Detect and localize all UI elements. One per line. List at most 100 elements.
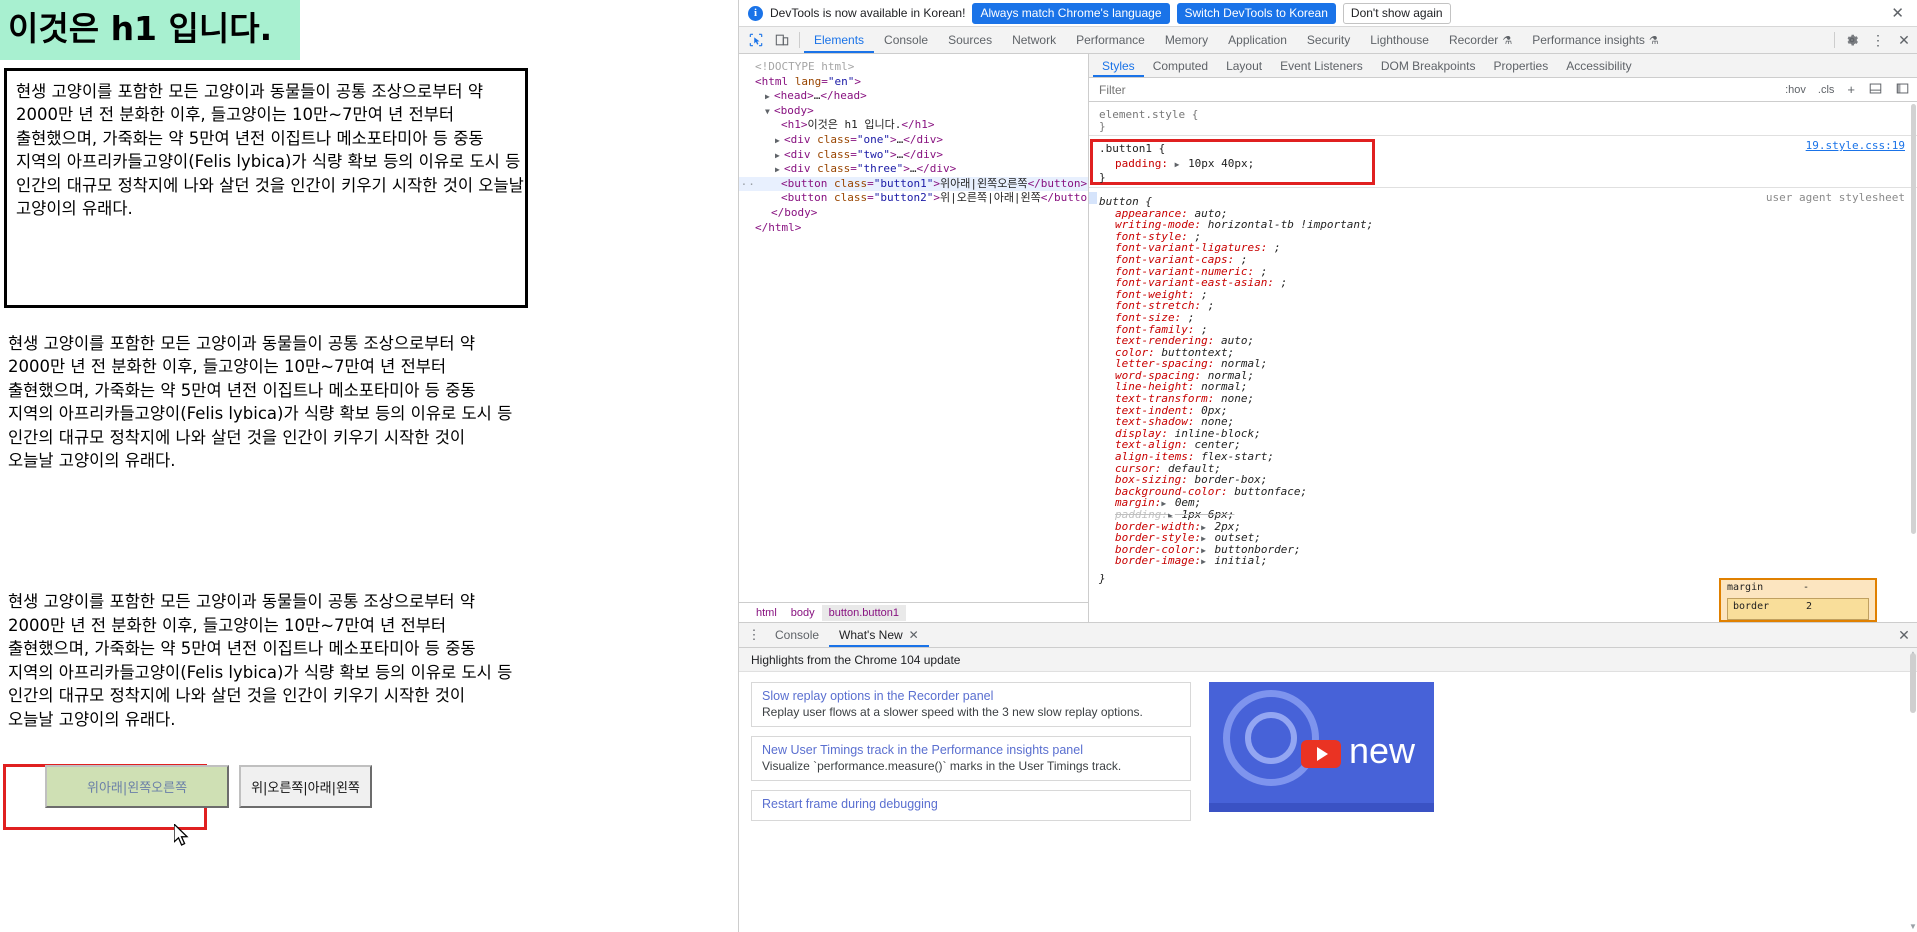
chevron-right-icon[interactable]: ▶ bbox=[1201, 523, 1208, 532]
button-row: 위아래|왼쪽오른쪽 위|오른쪽|아래|왼쪽 bbox=[4, 765, 372, 808]
tab-layout[interactable]: Layout bbox=[1217, 54, 1271, 77]
scrollbar-thumb[interactable] bbox=[1910, 653, 1916, 713]
dom-line-div-three[interactable]: <div class="three">…</div> bbox=[747, 162, 1088, 177]
chevron-right-icon[interactable]: ▶ bbox=[1175, 160, 1182, 169]
chevron-right-icon[interactable] bbox=[775, 163, 784, 178]
tab-computed[interactable]: Computed bbox=[1144, 54, 1217, 77]
close-icon[interactable]: ✕ bbox=[1891, 27, 1917, 53]
close-icon[interactable]: ✕ bbox=[1886, 6, 1909, 21]
drawer-close-icon[interactable]: ✕ bbox=[1891, 623, 1917, 647]
whats-new-item-desc: Visualize `performance.measure()` marks … bbox=[762, 759, 1122, 773]
tab-network[interactable]: Network bbox=[1002, 27, 1066, 53]
box-model-margin-value[interactable]: - bbox=[1803, 582, 1809, 594]
tab-application[interactable]: Application bbox=[1218, 27, 1297, 53]
dom-line-body-close[interactable]: </body> bbox=[747, 206, 1088, 221]
tab-label: Sources bbox=[948, 33, 993, 47]
whats-new-item[interactable]: Slow replay options in the Recorder pane… bbox=[751, 682, 1191, 727]
css-prop-padding[interactable]: padding: bbox=[1099, 157, 1168, 170]
dont-show-again-button[interactable]: Don't show again bbox=[1342, 2, 1451, 24]
youtube-play-icon[interactable] bbox=[1301, 740, 1341, 768]
chevron-right-icon[interactable] bbox=[775, 134, 784, 149]
dom-line-h1[interactable]: <h1>이것은 h1 입니다.</h1> bbox=[747, 118, 1088, 133]
whats-new-video-thumbnail[interactable]: new bbox=[1209, 682, 1434, 812]
dom-line-html-close[interactable]: </html> bbox=[747, 221, 1088, 236]
tab-properties[interactable]: Properties bbox=[1485, 54, 1558, 77]
tab-sources[interactable]: Sources bbox=[938, 27, 1002, 53]
dom-line-div-two[interactable]: <div class="two">…</div> bbox=[747, 148, 1088, 163]
dom-line-button1-selected[interactable]: ···<button class="button1">위아래|왼쪽오른쪽</bu… bbox=[739, 176, 1088, 193]
tab-label: Performance insights bbox=[1532, 33, 1645, 47]
chevron-right-icon[interactable]: ▶ bbox=[1168, 511, 1175, 520]
dom-line-div-one[interactable]: <div class="one">…</div> bbox=[747, 133, 1088, 148]
notification-message: DevTools is now available in Korean! bbox=[770, 6, 966, 20]
rule-selector[interactable]: .button1 { bbox=[1099, 142, 1165, 155]
kebab-icon[interactable]: ⋮ bbox=[1865, 27, 1891, 53]
button2[interactable]: 위|오른쪽|아래|왼쪽 bbox=[239, 765, 372, 808]
rule-selector[interactable]: element.style { bbox=[1099, 108, 1198, 121]
dom-line-html[interactable]: <html lang="en"> bbox=[747, 75, 1088, 90]
scrollbar-thumb[interactable] bbox=[1911, 104, 1916, 534]
stylesheet-origin-link[interactable]: 19.style.css:19 bbox=[1806, 140, 1905, 152]
box-model-border-value[interactable]: 2 bbox=[1806, 601, 1812, 613]
devtools-drawer: ⋮ Console What's New ✕ ✕ Highlights from… bbox=[739, 622, 1917, 932]
tab-memory[interactable]: Memory bbox=[1155, 27, 1218, 53]
tab-performance[interactable]: Performance bbox=[1066, 27, 1155, 53]
tab-elements[interactable]: Elements bbox=[804, 27, 874, 53]
gear-icon[interactable] bbox=[1839, 27, 1865, 53]
close-icon[interactable]: ✕ bbox=[909, 628, 919, 642]
chevron-down-icon[interactable]: ▼ bbox=[1909, 922, 1917, 932]
dom-line-head[interactable]: <head>…</head> bbox=[747, 89, 1088, 104]
tab-dom-breakpoints[interactable]: DOM Breakpoints bbox=[1372, 54, 1485, 77]
whats-new-item-title[interactable]: Slow replay options in the Recorder pane… bbox=[762, 689, 1180, 703]
css-value-background-color: buttonface; bbox=[1234, 484, 1308, 498]
whats-new-item[interactable]: New User Timings track in the Performanc… bbox=[751, 736, 1191, 781]
hover-state-toggle[interactable]: :hov bbox=[1782, 84, 1809, 96]
chevron-right-icon[interactable] bbox=[775, 149, 784, 164]
language-notification-bar: i DevTools is now available in Korean! A… bbox=[739, 0, 1917, 27]
drawer-scrollbar[interactable]: ▲ ▼ bbox=[1909, 649, 1917, 932]
drawer-tab-console[interactable]: Console bbox=[765, 623, 829, 647]
tab-recorder[interactable]: Recorder ⚗ bbox=[1439, 27, 1522, 53]
element-state-icon[interactable] bbox=[1865, 82, 1886, 98]
rule-close: } bbox=[1099, 171, 1106, 185]
sidebar-layout-icon[interactable] bbox=[1892, 82, 1913, 98]
whats-new-body: Slow replay options in the Recorder pane… bbox=[739, 672, 1917, 830]
whats-new-item-title[interactable]: New User Timings track in the Performanc… bbox=[762, 743, 1180, 757]
chevron-right-icon[interactable]: ▶ bbox=[1201, 546, 1208, 555]
whats-new-item-title[interactable]: Restart frame during debugging bbox=[762, 797, 1180, 811]
styles-scrollbar[interactable] bbox=[1910, 104, 1917, 594]
chevron-right-icon[interactable] bbox=[765, 90, 774, 105]
dom-line-body[interactable]: <body> bbox=[747, 104, 1088, 119]
whats-new-item[interactable]: Restart frame during debugging bbox=[751, 790, 1191, 821]
device-toolbar-icon[interactable] bbox=[769, 27, 795, 53]
drawer-tab-whats-new[interactable]: What's New ✕ bbox=[829, 623, 929, 647]
tab-console[interactable]: Console bbox=[874, 27, 938, 53]
tab-label: Recorder bbox=[1448, 33, 1499, 47]
breadcrumb-item-body[interactable]: body bbox=[784, 605, 822, 621]
tab-accessibility[interactable]: Accessibility bbox=[1557, 54, 1640, 77]
dom-line-doctype[interactable]: <!DOCTYPE html> bbox=[747, 60, 1088, 75]
chevron-right-icon[interactable]: ▶ bbox=[1201, 557, 1208, 566]
chevron-right-icon[interactable]: ▶ bbox=[1201, 534, 1208, 543]
tab-event-listeners[interactable]: Event Listeners bbox=[1271, 54, 1372, 77]
tab-styles[interactable]: Styles bbox=[1093, 54, 1144, 77]
breadcrumb-item-button-button1[interactable]: button.button1 bbox=[821, 604, 906, 621]
switch-devtools-to-korean-button[interactable]: Switch DevTools to Korean bbox=[1176, 2, 1336, 24]
css-value-padding[interactable]: 10px 40px; bbox=[1188, 157, 1254, 170]
video-label: new bbox=[1349, 730, 1416, 771]
tab-security[interactable]: Security bbox=[1297, 27, 1360, 53]
new-style-rule-icon[interactable]: + bbox=[1843, 82, 1859, 97]
inspect-cursor-icon[interactable] bbox=[743, 27, 769, 53]
breadcrumb-item-html[interactable]: html bbox=[749, 605, 784, 621]
button1[interactable]: 위아래|왼쪽오른쪽 bbox=[45, 765, 230, 808]
tab-lighthouse[interactable]: Lighthouse bbox=[1360, 27, 1439, 53]
chevron-down-icon[interactable] bbox=[765, 105, 774, 120]
filter-input[interactable] bbox=[1097, 81, 1777, 98]
kebab-icon[interactable]: ⋮ bbox=[743, 623, 765, 647]
more-dots-icon[interactable]: ··· bbox=[739, 178, 756, 193]
tab-performance-insights[interactable]: Performance insights ⚗ bbox=[1522, 27, 1669, 53]
dom-line-button2[interactable]: <button class="button2">위|오른쪽|아래|왼쪽</but… bbox=[747, 191, 1088, 206]
class-toggle[interactable]: .cls bbox=[1815, 84, 1838, 96]
always-match-language-button[interactable]: Always match Chrome's language bbox=[972, 2, 1170, 24]
